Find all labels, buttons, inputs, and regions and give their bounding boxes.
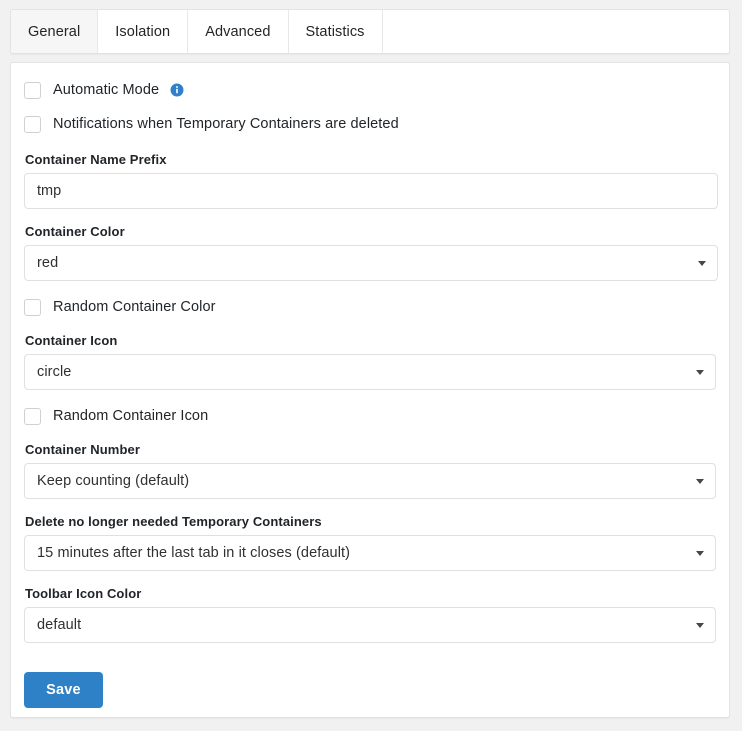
- chevron-down-icon: [696, 479, 704, 484]
- tab-general-label: General: [28, 23, 81, 40]
- tab-general[interactable]: General: [11, 10, 99, 53]
- chevron-down-icon: [696, 551, 704, 556]
- random-container-icon-checkbox[interactable]: [24, 407, 41, 425]
- container-color-value: red: [37, 255, 59, 271]
- container-icon-label: Container Icon: [25, 333, 118, 348]
- chevron-down-icon: [696, 623, 704, 628]
- chevron-down-icon: [698, 261, 706, 266]
- container-number-value: Keep counting (default): [37, 473, 190, 489]
- tab-bar: General Isolation Advanced Statistics: [10, 9, 730, 54]
- container-name-prefix-input[interactable]: [24, 173, 718, 209]
- automatic-mode-label: Automatic Mode: [53, 82, 160, 98]
- field-group-delete-containers: Delete no longer needed Temporary Contai…: [24, 514, 716, 571]
- tab-advanced-label: Advanced: [205, 23, 271, 40]
- random-container-color-label: Random Container Color: [53, 299, 216, 315]
- delete-containers-value: 15 minutes after the last tab in it clos…: [37, 545, 351, 561]
- notifications-label: Notifications when Temporary Containers …: [53, 116, 399, 132]
- field-group-toolbar-icon-color: Toolbar Icon Color default: [24, 586, 716, 643]
- field-group-container-name-prefix: Container Name Prefix: [24, 152, 718, 209]
- automatic-mode-checkbox[interactable]: [24, 81, 41, 99]
- general-settings-panel: Automatic Mode Notifications when Tempor…: [10, 62, 730, 718]
- random-container-color-checkbox[interactable]: [24, 298, 41, 316]
- notifications-checkbox[interactable]: [24, 115, 41, 133]
- tab-advanced[interactable]: Advanced: [188, 10, 289, 53]
- container-icon-select[interactable]: circle: [24, 354, 716, 390]
- checkbox-row-automatic-mode[interactable]: Automatic Mode: [24, 79, 716, 101]
- container-name-prefix-label: Container Name Prefix: [25, 152, 167, 167]
- toolbar-icon-color-select[interactable]: default: [24, 607, 716, 643]
- field-group-container-icon: Container Icon circle: [24, 333, 716, 390]
- container-icon-value: circle: [37, 364, 72, 380]
- container-number-label: Container Number: [25, 442, 141, 457]
- tab-isolation[interactable]: Isolation: [98, 10, 189, 53]
- random-container-icon-label: Random Container Icon: [53, 408, 209, 424]
- tab-statistics[interactable]: Statistics: [288, 10, 383, 53]
- save-button[interactable]: Save: [24, 672, 103, 708]
- tab-bar-filler: [382, 10, 729, 53]
- field-group-container-number: Container Number Keep counting (default): [24, 442, 716, 499]
- checkbox-row-notifications[interactable]: Notifications when Temporary Containers …: [24, 113, 716, 135]
- delete-containers-label: Delete no longer needed Temporary Contai…: [25, 514, 322, 529]
- toolbar-icon-color-value: default: [37, 617, 82, 633]
- delete-containers-select[interactable]: 15 minutes after the last tab in it clos…: [24, 535, 716, 571]
- toolbar-icon-color-label: Toolbar Icon Color: [25, 586, 142, 601]
- tab-isolation-label: Isolation: [115, 23, 171, 40]
- field-group-container-color: Container Color red: [24, 224, 718, 281]
- tab-statistics-label: Statistics: [305, 23, 365, 40]
- container-color-select[interactable]: red: [24, 245, 718, 281]
- chevron-down-icon: [696, 370, 704, 375]
- checkbox-row-random-container-color[interactable]: Random Container Color: [24, 296, 716, 318]
- info-circle-icon[interactable]: [170, 83, 184, 97]
- container-number-select[interactable]: Keep counting (default): [24, 463, 716, 499]
- container-color-label: Container Color: [25, 224, 125, 239]
- checkbox-row-random-container-icon[interactable]: Random Container Icon: [24, 405, 716, 427]
